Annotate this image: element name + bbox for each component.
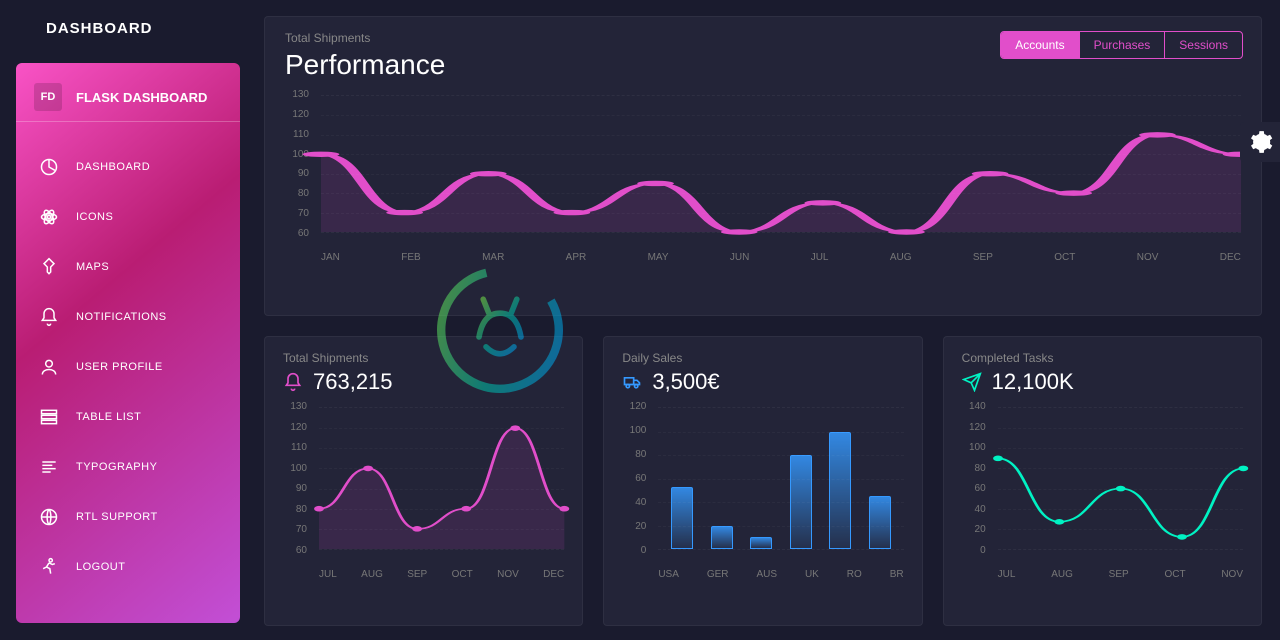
bar (750, 537, 772, 549)
card-completed-tasks: Completed Tasks 12,100K 1401201008060402… (943, 336, 1262, 626)
chart-toggle-group: AccountsPurchasesSessions (1000, 31, 1243, 59)
chart-sales: 120100806040200USAGERAUSUKROBR (622, 401, 903, 586)
chart-tasks: 140120100806040200JULAUGSEPOCTNOV (962, 401, 1243, 586)
bar (869, 496, 891, 549)
sidebar-item-logout[interactable]: LOGOUT (22, 542, 234, 592)
bar (711, 526, 733, 550)
align-icon (38, 456, 60, 478)
brand-logo: FD (34, 83, 62, 111)
globe-icon (38, 506, 60, 528)
bar (671, 487, 693, 549)
sidebar-item-dashboard[interactable]: DASHBOARD (22, 142, 234, 192)
brand-text: FLASK DASHBOARD (76, 90, 207, 105)
nav-label: ICONS (76, 211, 113, 223)
pin-icon (38, 256, 60, 278)
gear-icon (1247, 129, 1273, 155)
nav-label: NOTIFICATIONS (76, 311, 167, 323)
chart-shipments: 13012011010090807060JULAUGSEPOCTNOVDEC (283, 401, 564, 586)
card-daily-sales: Daily Sales 3,500€ 120100806040200USAGER… (603, 336, 922, 626)
bar (829, 432, 851, 550)
metric-value: 763,215 (313, 369, 393, 395)
page-title: DASHBOARD (46, 20, 240, 37)
sidebar: FD FLASK DASHBOARD DASHBOARD ICONS MAPS NOT… (16, 63, 240, 623)
card-subtitle: Completed Tasks (962, 351, 1243, 365)
bell-icon (283, 372, 303, 392)
nav-label: LOGOUT (76, 561, 125, 573)
nav-label: DASHBOARD (76, 161, 150, 173)
card-subtitle: Total Shipments (283, 351, 564, 365)
nav-label: RTL SUPPORT (76, 511, 158, 523)
metric-value: 12,100K (992, 369, 1074, 395)
toggle-sessions[interactable]: Sessions (1165, 32, 1242, 58)
sidebar-item-rtl-support[interactable]: RTL SUPPORT (22, 492, 234, 542)
run-icon (38, 556, 60, 578)
settings-button[interactable] (1240, 122, 1280, 162)
brand-header[interactable]: FD FLASK DASHBOARD (16, 75, 240, 122)
sidebar-item-maps[interactable]: MAPS (22, 242, 234, 292)
sidebar-item-table-list[interactable]: TABLE LIST (22, 392, 234, 442)
atom-icon (38, 206, 60, 228)
nav-label: USER PROFILE (76, 361, 163, 373)
pie-icon (38, 156, 60, 178)
sidebar-nav: DASHBOARD ICONS MAPS NOTIFICATIONS USER PROF… (16, 128, 240, 606)
sidebar-item-notifications[interactable]: NOTIFICATIONS (22, 292, 234, 342)
delivery-icon (622, 372, 642, 392)
send-icon (962, 372, 982, 392)
metric-value: 3,500€ (652, 369, 719, 395)
nav-label: MAPS (76, 261, 109, 273)
toggle-purchases[interactable]: Purchases (1080, 32, 1166, 58)
card-subtitle: Daily Sales (622, 351, 903, 365)
card-total-shipments: Total Shipments 763,215 1301201101009080… (264, 336, 583, 626)
nav-label: TYPOGRAPHY (76, 461, 157, 473)
card-performance: Total Shipments Performance AccountsPurc… (264, 16, 1262, 316)
nav-label: TABLE LIST (76, 411, 141, 423)
user-icon (38, 356, 60, 378)
sidebar-item-user-profile[interactable]: USER PROFILE (22, 342, 234, 392)
chart-performance: 13012011010090807060JANFEBMARAPRMAYJUNJU… (285, 89, 1241, 269)
sidebar-item-typography[interactable]: TYPOGRAPHY (22, 442, 234, 492)
toggle-accounts[interactable]: Accounts (1001, 32, 1079, 58)
sidebar-item-icons[interactable]: ICONS (22, 192, 234, 242)
bell-icon (38, 306, 60, 328)
table-icon (38, 406, 60, 428)
